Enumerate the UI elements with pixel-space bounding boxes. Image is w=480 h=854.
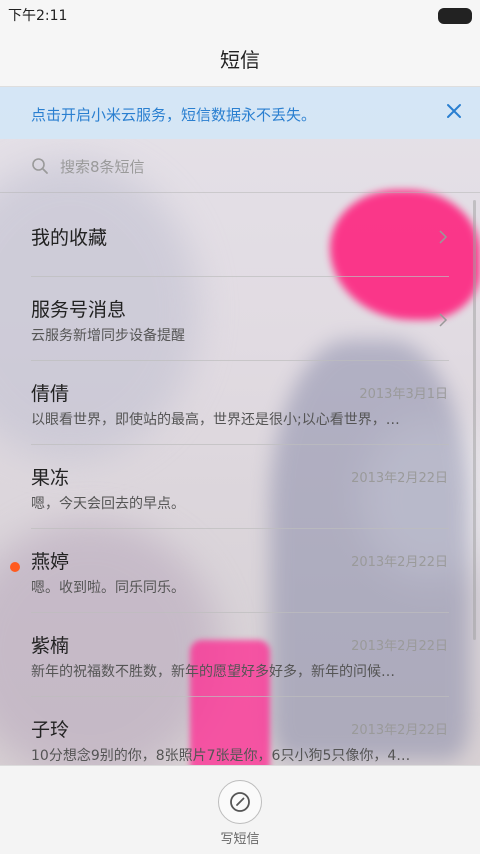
title-bar: 短信 [0, 28, 480, 87]
message-preview: 嗯。收到啦。同乐同乐。 [31, 580, 185, 596]
message-date: 2013年2月22日 [351, 723, 448, 738]
message-preview: 新年的祝福数不胜数，新年的愿望好多好多，新年的问候… [31, 664, 395, 680]
contact-name: 倩倩 [31, 383, 70, 405]
conversation-list: 我的收藏 服务号消息 云服务新增同步设备提醒 倩倩 2013年3月1日 以眼看世… [0, 193, 480, 765]
conversation-row[interactable]: 果冻 2013年2月22日 嗯，今天会回去的早点。 [0, 445, 480, 529]
bottom-bar: 写短信 [0, 765, 480, 854]
search-icon [31, 157, 49, 175]
search-bar[interactable] [0, 140, 480, 193]
banner-text[interactable]: 点击开启小米云服务，短信数据永不丢失。 [31, 104, 316, 125]
chevron-right-icon [436, 312, 450, 327]
message-date: 2013年2月22日 [351, 555, 448, 570]
message-preview: 10分想念9别的你，8张照片7张是你，6只小狗5只像你，4… [31, 748, 411, 764]
message-date: 2013年3月1日 [359, 387, 448, 402]
compose-label[interactable]: 写短信 [0, 828, 480, 847]
list-item-service-messages[interactable]: 服务号消息 云服务新增同步设备提醒 [0, 277, 480, 361]
status-bar: 下午2:11 [0, 0, 480, 28]
scrollbar[interactable] [473, 200, 476, 640]
message-date: 2013年2月22日 [351, 639, 448, 654]
search-input[interactable] [58, 153, 442, 181]
list-item-favorites[interactable]: 我的收藏 [0, 193, 480, 277]
page-title: 短信 [220, 48, 260, 72]
contact-name: 紫楠 [31, 635, 70, 657]
chevron-right-icon [436, 229, 450, 244]
cloud-service-banner[interactable]: 点击开启小米云服务，短信数据永不丢失。 [0, 87, 480, 139]
message-preview: 嗯，今天会回去的早点。 [31, 496, 185, 512]
list-item-name: 我的收藏 [31, 227, 108, 249]
contact-name: 果冻 [31, 467, 70, 489]
list-item-name: 服务号消息 [31, 299, 127, 321]
message-date: 2013年2月22日 [351, 471, 448, 486]
close-icon[interactable] [444, 101, 464, 121]
status-time: 下午2:11 [8, 8, 68, 24]
conversation-row[interactable]: 燕婷 2013年2月22日 嗯。收到啦。同乐同乐。 [0, 529, 480, 613]
list-item-preview: 云服务新增同步设备提醒 [31, 328, 185, 344]
unread-dot [10, 562, 20, 572]
compose-icon [230, 792, 250, 812]
conversation-row[interactable]: 紫楠 2013年2月22日 新年的祝福数不胜数，新年的愿望好多好多，新年的问候… [0, 613, 480, 697]
battery-icon [438, 8, 472, 24]
compose-button[interactable] [218, 780, 262, 824]
conversation-row[interactable]: 子玲 2013年2月22日 10分想念9别的你，8张照片7张是你，6只小狗5只像… [0, 697, 480, 765]
message-preview: 以眼看世界，即使站的最高，世界还是很小;以心看世界，… [31, 412, 400, 428]
contact-name: 子玲 [31, 719, 70, 741]
contact-name: 燕婷 [31, 551, 70, 573]
conversation-row[interactable]: 倩倩 2013年3月1日 以眼看世界，即使站的最高，世界还是很小;以心看世界，… [0, 361, 480, 445]
